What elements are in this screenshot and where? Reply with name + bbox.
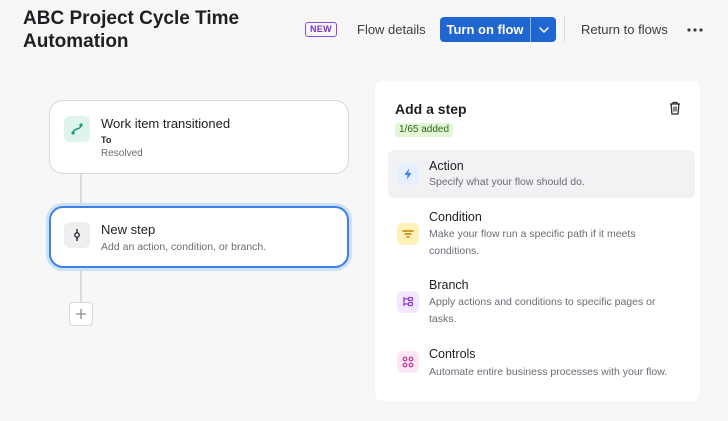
panel-title: Add a step bbox=[395, 101, 467, 117]
controls-icon bbox=[397, 351, 419, 373]
step-option-description: Automate entire business processes with … bbox=[429, 366, 668, 378]
step-option-title: Condition bbox=[429, 210, 482, 224]
header-divider bbox=[564, 16, 565, 43]
new-step-node[interactable]: New step Add an action, condition, or br… bbox=[49, 206, 349, 268]
trigger-sub-label: To bbox=[101, 135, 112, 145]
connector-line bbox=[80, 268, 82, 302]
trigger-sub-value: Resolved bbox=[101, 148, 143, 159]
step-option-title: Controls bbox=[429, 347, 476, 361]
step-option-condition[interactable]: Condition Make your flow run a specific … bbox=[388, 202, 695, 264]
add-step-button[interactable] bbox=[69, 302, 93, 326]
step-option-controls[interactable]: Controls Automate entire business proces… bbox=[388, 339, 695, 383]
connector-line bbox=[80, 174, 82, 206]
page-title: ABC Project Cycle Time Automation bbox=[23, 8, 240, 52]
return-to-flows-button[interactable]: Return to flows bbox=[581, 22, 668, 38]
new-step-icon bbox=[64, 222, 90, 248]
plus-icon bbox=[76, 309, 86, 319]
flow-details-button[interactable]: Flow details bbox=[357, 22, 426, 38]
new-step-subtitle: Add an action, condition, or branch. bbox=[101, 241, 267, 253]
trigger-title: Work item transitioned bbox=[101, 116, 231, 131]
trash-icon bbox=[670, 101, 680, 115]
trigger-node[interactable]: Work item transitioned To Resolved bbox=[49, 100, 349, 174]
transition-icon bbox=[64, 116, 90, 142]
more-horizontal-icon bbox=[687, 28, 703, 32]
new-badge: NEW bbox=[305, 22, 337, 37]
step-option-action[interactable]: Action Specify what your flow should do. bbox=[388, 150, 695, 198]
delete-button[interactable] bbox=[666, 99, 684, 117]
lightning-icon bbox=[397, 163, 419, 185]
header: ABC Project Cycle Time Automation NEW Fl… bbox=[0, 0, 728, 70]
step-option-title: Action bbox=[429, 159, 464, 173]
step-option-description: Apply actions and conditions to specific… bbox=[429, 296, 656, 325]
step-option-branch[interactable]: Branch Apply actions and conditions to s… bbox=[388, 270, 695, 332]
more-options-button[interactable] bbox=[686, 21, 704, 39]
turn-on-flow-button[interactable]: Turn on flow bbox=[440, 17, 530, 42]
turn-on-flow-dropdown-button[interactable] bbox=[531, 17, 556, 42]
add-step-panel: Add a step 1/65 added Action Specify wha… bbox=[375, 81, 700, 401]
flow-canvas: Work item transitioned To Resolved New s… bbox=[0, 70, 728, 421]
step-option-description: Specify what your flow should do. bbox=[429, 176, 585, 188]
filter-icon bbox=[397, 223, 419, 245]
step-option-title: Branch bbox=[429, 278, 469, 292]
chevron-down-icon bbox=[538, 26, 549, 33]
new-step-title: New step bbox=[101, 222, 156, 237]
turn-on-flow-button-group: Turn on flow bbox=[440, 17, 556, 42]
step-option-description: Make your flow run a specific path if it… bbox=[429, 228, 636, 257]
branch-icon bbox=[397, 291, 419, 313]
steps-count-badge: 1/65 added bbox=[395, 123, 454, 137]
